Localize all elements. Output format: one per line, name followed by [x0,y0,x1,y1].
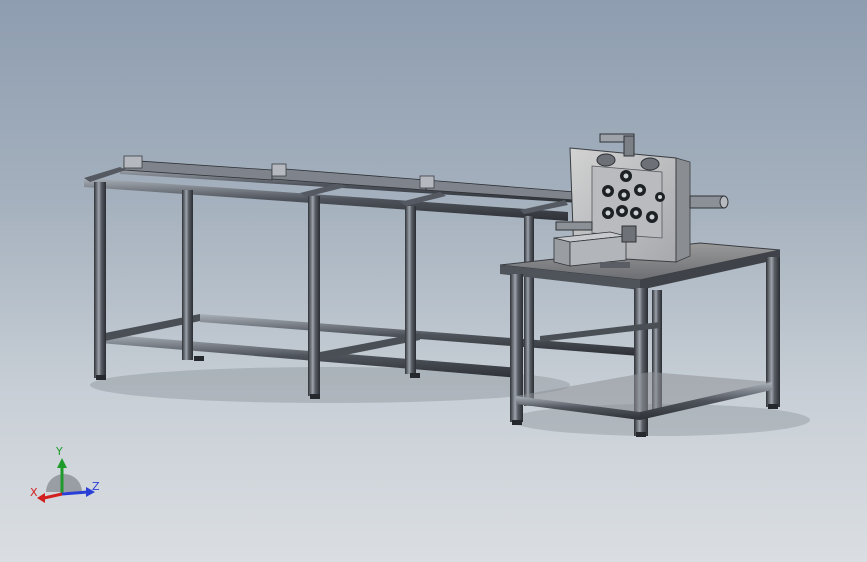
y-axis-arrow-icon [57,458,67,468]
z-axis-label: Z [92,480,100,493]
triad-sphere-icon [46,474,82,492]
x-axis-label: X [30,486,38,499]
view-orientation-triad[interactable]: Y Z X [0,0,867,562]
y-axis-label: Y [55,445,63,458]
graphics-viewport[interactable]: Y Z X [0,0,867,562]
z-axis-icon [61,490,89,496]
x-axis-arrow-icon [37,493,45,503]
triad-group: Y Z X [30,445,100,503]
x-axis-icon [43,492,63,500]
